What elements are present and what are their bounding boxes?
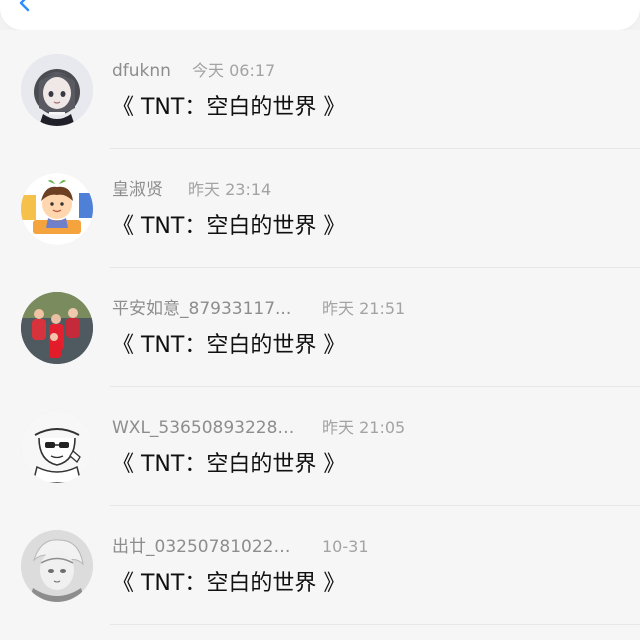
- message-time: 10-31: [322, 537, 369, 556]
- message-time: 昨天 21:51: [322, 299, 406, 318]
- message-item[interactable]: 出廿_032507810227... 10-31 《 TNT：空白的世界 》: [0, 506, 640, 625]
- sender-name: 出廿_032507810227...: [112, 537, 300, 557]
- cartoon-boy-avatar-image: [21, 173, 93, 245]
- anime-girl-avatar[interactable]: [21, 54, 93, 126]
- sender-name: 平安如意_87933117...: [112, 299, 292, 319]
- cartoon-boy-avatar[interactable]: [21, 173, 93, 245]
- message-time: 昨天 23:14: [188, 180, 272, 199]
- message-item[interactable]: 皇淑贤 昨天 23:14 《 TNT：空白的世界 》: [0, 149, 640, 268]
- top-card: [0, 0, 640, 30]
- message-item[interactable]: 平安如意_87933117... 昨天 21:51 《 TNT：空白的世界 》: [0, 268, 640, 387]
- grey-anime-avatar-image: [21, 530, 93, 602]
- message-text: 《 TNT：空白的世界 》: [112, 452, 346, 477]
- list-divider: [110, 624, 640, 625]
- grey-anime-avatar[interactable]: [21, 530, 93, 602]
- sketch-person-avatar[interactable]: [21, 411, 93, 483]
- family-photo-avatar[interactable]: [21, 292, 93, 364]
- message-text: 《 TNT：空白的世界 》: [112, 214, 346, 239]
- message-time: 昨天 21:05: [322, 418, 406, 437]
- message-item[interactable]: WXL_536508932288... 昨天 21:05 《 TNT：空白的世界…: [0, 387, 640, 506]
- message-text: 《 TNT：空白的世界 》: [112, 333, 346, 358]
- message-item[interactable]: dfuknn 今天 06:17 《 TNT：空白的世界 》: [0, 30, 640, 149]
- anime-girl-avatar-image: [21, 54, 93, 126]
- message-list[interactable]: dfuknn 今天 06:17 《 TNT：空白的世界 》 皇淑贤 昨天 23:: [0, 30, 640, 640]
- sender-name: WXL_536508932288...: [112, 418, 300, 438]
- back-arrow-icon[interactable]: [10, 0, 50, 16]
- message-time: 今天 06:17: [192, 61, 276, 80]
- sketch-person-avatar-image: [21, 411, 93, 483]
- message-text: 《 TNT：空白的世界 》: [112, 95, 346, 120]
- message-text: 《 TNT：空白的世界 》: [112, 571, 346, 596]
- family-photo-avatar-image: [21, 292, 93, 364]
